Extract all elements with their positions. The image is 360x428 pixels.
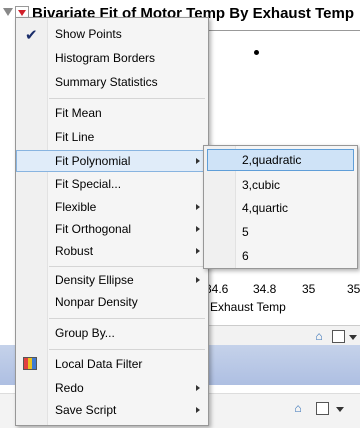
- disclosure-triangle-icon[interactable]: [3, 8, 13, 16]
- submenu-item-label: 6: [242, 249, 249, 263]
- checkbox-icon[interactable]: [332, 330, 345, 343]
- menu-item-label: Summary Statistics: [55, 75, 158, 89]
- submenu-arrow-icon: [196, 385, 200, 391]
- home-icon[interactable]: ⌂: [291, 401, 305, 415]
- menu-item-label: Fit Mean: [55, 106, 102, 120]
- chevron-down-icon[interactable]: [336, 407, 344, 412]
- menu-item-label: Density Ellipse: [55, 273, 134, 287]
- menu-item-fit-special[interactable]: Fit Special...: [16, 173, 208, 195]
- submenu-arrow-icon: [196, 277, 200, 283]
- menu-separator: [49, 318, 205, 319]
- menu-item-label: Group By...: [55, 326, 115, 340]
- menu-item-show-points[interactable]: ✔ Show Points: [16, 23, 208, 45]
- x-tick-label: 34.8: [253, 282, 277, 296]
- menu-item-label: Show Points: [55, 27, 122, 41]
- submenu-arrow-icon: [196, 407, 200, 413]
- submenu-item-label: 4,quartic: [242, 201, 289, 215]
- menu-item-save-script[interactable]: Save Script: [16, 399, 208, 421]
- menu-item-label: Fit Orthogonal: [55, 222, 132, 236]
- home-icon[interactable]: ⌂: [312, 329, 326, 343]
- red-triangle-popup-menu: ✔ Show Points Histogram Borders Summary …: [15, 17, 209, 426]
- submenu-arrow-icon: [196, 158, 200, 164]
- fit-polynomial-submenu: 2,quadratic 3,cubic 4,quartic 5 6: [203, 145, 358, 269]
- menu-item-label: Fit Polynomial: [55, 154, 131, 168]
- menu-item-flexible[interactable]: Flexible: [16, 196, 208, 218]
- submenu-item-degree-6[interactable]: 6: [204, 245, 357, 267]
- menu-item-fit-polynomial[interactable]: Fit Polynomial: [16, 150, 208, 172]
- menu-item-local-data-filter[interactable]: Local Data Filter: [16, 353, 208, 375]
- submenu-item-label: 5: [242, 225, 249, 239]
- menu-item-label: Fit Line: [55, 130, 95, 144]
- menu-separator: [49, 266, 205, 267]
- menu-item-label: Local Data Filter: [55, 357, 143, 371]
- x-axis-label: Exhaust Temp: [210, 300, 286, 314]
- menu-item-fit-line[interactable]: Fit Line: [16, 126, 208, 148]
- menu-item-fit-orthogonal[interactable]: Fit Orthogonal: [16, 218, 208, 240]
- menu-item-label: Save Script: [55, 403, 117, 417]
- submenu-item-degree-5[interactable]: 5: [204, 221, 357, 243]
- menu-item-label: Robust: [55, 244, 94, 258]
- data-filter-icon: [23, 357, 37, 370]
- menu-separator: [49, 98, 205, 99]
- submenu-item-cubic[interactable]: 3,cubic: [204, 174, 357, 196]
- submenu-item-label: 3,cubic: [242, 178, 281, 192]
- submenu-item-label: 2,quadratic: [242, 153, 302, 167]
- chevron-down-icon[interactable]: [349, 335, 357, 340]
- menu-separator: [49, 349, 205, 350]
- menu-item-label: Fit Special...: [55, 177, 122, 191]
- menu-item-summary-statistics[interactable]: Summary Statistics: [16, 71, 208, 93]
- menu-item-nonpar-density[interactable]: Nonpar Density: [16, 291, 208, 313]
- menu-item-label: Histogram Borders: [55, 51, 156, 65]
- menu-item-fit-mean[interactable]: Fit Mean: [16, 102, 208, 124]
- checkbox-icon[interactable]: [316, 402, 329, 415]
- submenu-item-quadratic[interactable]: 2,quadratic: [207, 149, 354, 171]
- x-tick-label: 35: [347, 282, 360, 296]
- menu-item-label: Redo: [55, 381, 84, 395]
- submenu-arrow-icon: [196, 226, 200, 232]
- menu-item-group-by[interactable]: Group By...: [16, 322, 208, 344]
- submenu-arrow-icon: [196, 204, 200, 210]
- menu-item-robust[interactable]: Robust: [16, 240, 208, 262]
- submenu-arrow-icon: [196, 248, 200, 254]
- plot-status-bar: ⌂: [205, 325, 360, 346]
- menu-item-histogram-borders[interactable]: Histogram Borders: [16, 47, 208, 69]
- menu-item-label: Flexible: [55, 200, 97, 214]
- submenu-item-quartic[interactable]: 4,quartic: [204, 197, 357, 219]
- menu-item-redo[interactable]: Redo: [16, 377, 208, 399]
- menu-item-density-ellipse[interactable]: Density Ellipse: [16, 269, 208, 291]
- x-tick-label: 35: [302, 282, 316, 296]
- checkmark-icon: ✔: [25, 27, 38, 44]
- data-point: [254, 50, 259, 55]
- menu-item-label: Nonpar Density: [55, 295, 138, 309]
